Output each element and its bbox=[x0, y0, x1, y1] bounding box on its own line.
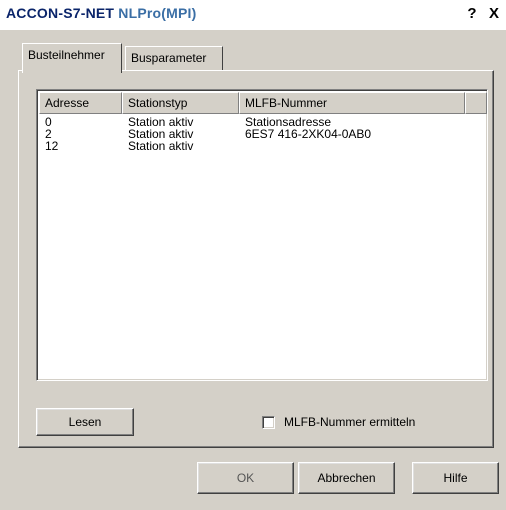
column-header-empty bbox=[465, 92, 487, 114]
cancel-button[interactable]: Abbrechen bbox=[298, 462, 395, 494]
station-list[interactable]: Adresse Stationstyp MLFB-Nummer 0 Statio… bbox=[36, 89, 488, 381]
close-icon[interactable]: X bbox=[486, 6, 502, 22]
read-button[interactable]: Lesen bbox=[36, 408, 134, 436]
window-title-suffix: NLPro(MPI) bbox=[114, 5, 197, 21]
window-title: ACCON-S7-NET NLPro(MPI) bbox=[6, 5, 197, 21]
ok-button-label: OK bbox=[236, 471, 255, 485]
title-bar: ACCON-S7-NET NLPro(MPI) ? X bbox=[0, 0, 506, 30]
column-header-mlfb[interactable]: MLFB-Nummer bbox=[239, 92, 465, 114]
tab-busteilnehmer[interactable]: Busteilnehmer bbox=[22, 43, 122, 73]
list-item[interactable]: 2 Station aktiv 6ES7 416-2XK04-0AB0 bbox=[39, 128, 487, 140]
row-address: 12 bbox=[45, 139, 59, 153]
help-title-button[interactable]: ? bbox=[464, 6, 480, 22]
window-title-prefix: ACCON-S7-NET bbox=[6, 5, 115, 21]
column-header-stationstyp[interactable]: Stationstyp bbox=[122, 92, 239, 114]
column-header-adresse[interactable]: Adresse bbox=[39, 92, 122, 114]
row-station-type: Station aktiv bbox=[128, 139, 194, 153]
mlfb-checkbox[interactable] bbox=[262, 416, 275, 429]
ok-button[interactable]: OK bbox=[197, 462, 294, 494]
row-mlfb: 6ES7 416-2XK04-0AB0 bbox=[245, 127, 372, 141]
mlfb-checkbox-label[interactable]: MLFB-Nummer ermitteln bbox=[284, 415, 415, 429]
list-item[interactable]: 12 Station aktiv bbox=[39, 140, 487, 152]
list-header: Adresse Stationstyp MLFB-Nummer bbox=[39, 92, 487, 114]
list-body: 0 Station aktiv Stationsadresse 2 Statio… bbox=[39, 116, 487, 152]
help-button[interactable]: Hilfe bbox=[412, 462, 499, 494]
tab-busparameter[interactable]: Busparameter bbox=[125, 46, 223, 70]
dialog-window: ACCON-S7-NET NLPro(MPI) ? X Busteilnehme… bbox=[0, 0, 506, 510]
